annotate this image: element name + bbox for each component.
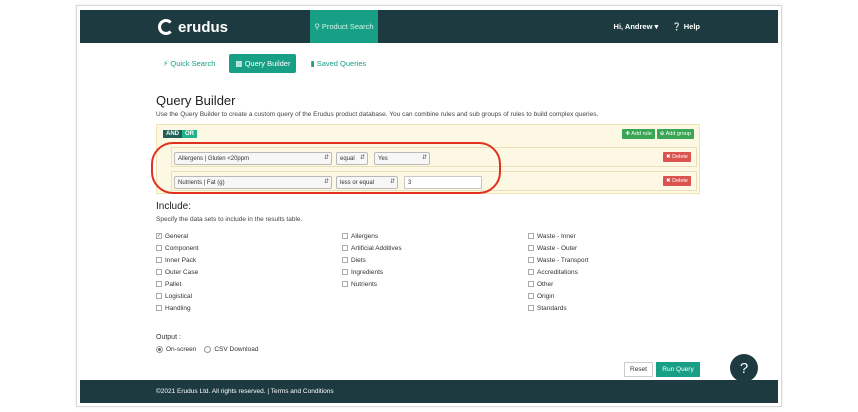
checked-checkbox-icon: ✓ <box>156 233 162 239</box>
caret-down-icon: ▾ <box>654 22 659 31</box>
page-title: Query Builder <box>156 93 236 108</box>
checkbox-pallet[interactable]: Pallet <box>156 278 199 290</box>
footer: ©2021 Erudus Ltd. All rights reserved. |… <box>80 380 778 403</box>
radio-selected-icon <box>156 346 163 353</box>
help-fab-button[interactable]: ? <box>730 354 758 382</box>
user-menu[interactable]: Hi, Andrew ▾ <box>614 22 659 31</box>
search-icon: ⚲ <box>314 22 320 31</box>
group-actions: ✚ Add rule ⊕ Add group <box>622 129 694 139</box>
checkbox-general[interactable]: ✓ General <box>156 230 199 242</box>
checkbox-standards[interactable]: Standards <box>528 302 588 314</box>
include-title: Include: <box>156 201 192 212</box>
brand-name: erudus <box>178 18 229 36</box>
checkbox-other[interactable]: Other <box>528 278 588 290</box>
radio-on-screen[interactable]: On-screen <box>156 346 196 353</box>
plus-icon: ✚ <box>625 131 631 137</box>
include-description: Specify the data sets to include in the … <box>156 216 303 223</box>
search-tabs: ⚡︎ Quick Search ▩ Query Builder ▮ Saved … <box>157 54 372 73</box>
add-group-button[interactable]: ⊕ Add group <box>656 129 694 139</box>
checkbox-accreditations[interactable]: Accreditations <box>528 266 588 278</box>
checkbox-nutrients[interactable]: Nutrients <box>342 278 402 290</box>
checkbox-ingredients[interactable]: Ingredients <box>342 266 402 278</box>
run-query-button[interactable]: Run Query <box>656 362 700 377</box>
erudus-logo-icon <box>158 19 174 35</box>
footer-text: ©2021 Erudus Ltd. All rights reserved. |… <box>156 388 334 395</box>
annotation-highlight-circle <box>151 142 501 194</box>
close-icon: ✖ <box>665 154 671 160</box>
nav-right: Hi, Andrew ▾ ❔ Help <box>614 10 700 43</box>
tab-saved-queries[interactable]: ▮ Saved Queries <box>304 54 372 73</box>
checkbox-outer-case[interactable]: Outer Case <box>156 266 199 278</box>
checkbox-artificial-additives[interactable]: Artificial Additives <box>342 242 402 254</box>
checkbox-diets[interactable]: Diets <box>342 254 402 266</box>
nav-product-search[interactable]: ⚲ Product Search <box>310 10 378 43</box>
tab-query-builder[interactable]: ▩ Query Builder <box>229 54 297 73</box>
include-column-1: ✓ General Component Inner Pack Outer Case… <box>156 230 199 314</box>
checkbox-handling[interactable]: Handling <box>156 302 199 314</box>
checkbox-waste-outer[interactable]: Waste - Outer <box>528 242 588 254</box>
include-column-2: Allergens Artificial Additives Diets Ing… <box>342 230 402 290</box>
checkbox-inner-pack[interactable]: Inner Pack <box>156 254 199 266</box>
question-circle-icon: ❔ <box>672 22 682 31</box>
delete-rule-button[interactable]: ✖ Delete <box>662 176 691 186</box>
bookmark-icon: ▮ <box>310 59 315 68</box>
close-icon: ✖ <box>665 178 671 184</box>
output-label: Output : <box>156 334 181 341</box>
and-or-toggle: AND OR <box>163 130 197 138</box>
checkbox-allergens[interactable]: Allergens <box>342 230 402 242</box>
include-column-3: Waste - Inner Waste - Outer Waste - Tran… <box>528 230 588 314</box>
checkbox-logistical[interactable]: Logistical <box>156 290 199 302</box>
radio-empty-icon <box>204 346 212 353</box>
and-button[interactable]: AND <box>163 130 182 138</box>
help-link[interactable]: ❔ Help <box>672 22 700 31</box>
reset-button[interactable]: Reset <box>624 362 653 377</box>
radio-csv-download[interactable]: CSV Download <box>204 346 258 353</box>
output-options: On-screen CSV Download <box>156 346 258 353</box>
add-rule-button[interactable]: ✚ Add rule <box>622 129 655 139</box>
delete-rule-button[interactable]: ✖ Delete <box>662 152 691 162</box>
brand-logo[interactable]: erudus <box>158 17 228 37</box>
checkbox-waste-inner[interactable]: Waste - Inner <box>528 230 588 242</box>
tab-quick-search[interactable]: ⚡︎ Quick Search <box>157 54 221 73</box>
plus-circle-icon: ⊕ <box>659 131 665 137</box>
checkbox-waste-transport[interactable]: Waste - Transport <box>528 254 588 266</box>
top-navbar: erudus ⚲ Product Search Hi, Andrew ▾ ❔ H… <box>80 10 778 43</box>
checkbox-component[interactable]: Component <box>156 242 199 254</box>
bolt-icon: ⚡︎ <box>163 59 169 68</box>
chart-icon: ▩ <box>235 59 243 68</box>
or-button[interactable]: OR <box>182 130 197 138</box>
page-description: Use the Query Builder to create a custom… <box>156 111 599 118</box>
checkbox-origin[interactable]: Origin <box>528 290 588 302</box>
